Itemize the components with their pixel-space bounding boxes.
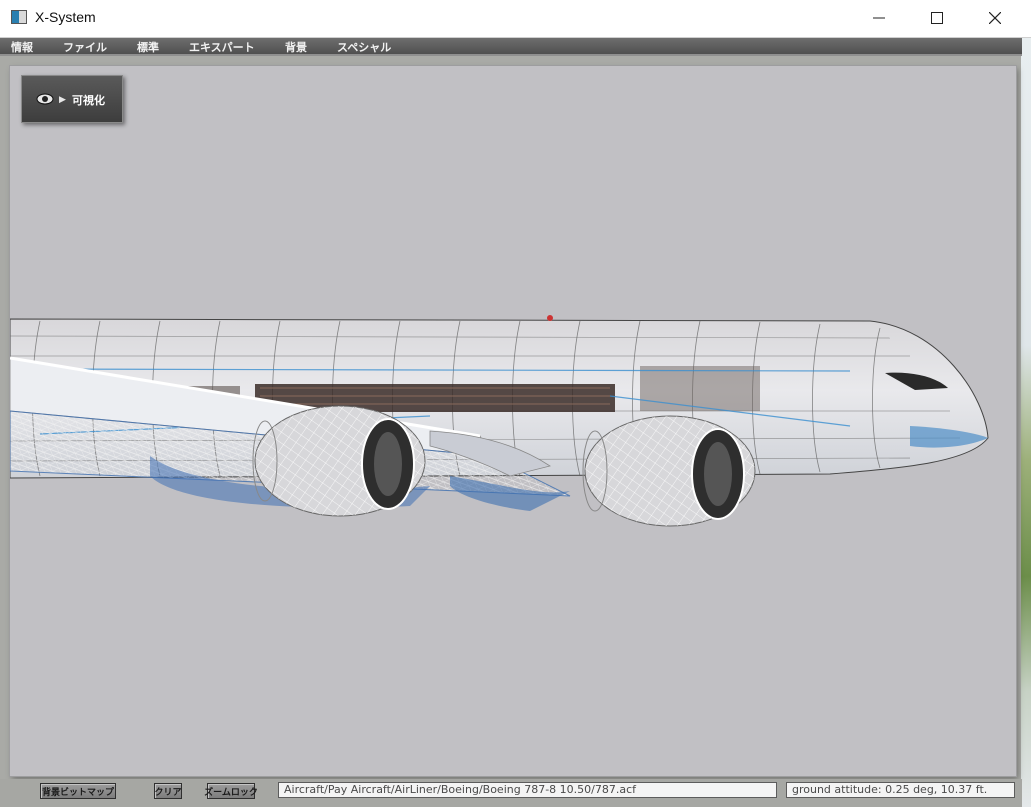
aircraft-3d-viewport[interactable]: [10, 66, 1016, 776]
aircraft-path-field: Aircraft/Pay Aircraft/AirLiner/Boeing/Bo…: [278, 782, 777, 798]
minimize-button[interactable]: [850, 0, 908, 36]
zoom-lock-button[interactable]: ズームロック: [204, 783, 258, 799]
close-icon: [989, 12, 1001, 24]
menu-expert[interactable]: エキスパート: [189, 39, 255, 55]
clear-button[interactable]: クリア: [154, 783, 182, 799]
menu-special[interactable]: スペシャル: [337, 39, 391, 55]
engine-right: [582, 415, 756, 527]
ground-attitude-field: ground attitude: 0.25 deg, 10.37 ft.: [786, 782, 1015, 798]
menu-file[interactable]: ファイル: [63, 39, 107, 55]
title-bar: X-System: [0, 0, 1031, 38]
visualization-label: 可視化: [72, 94, 105, 107]
desktop-background: [1021, 38, 1031, 807]
engine-left: [252, 405, 426, 517]
maximize-icon: [931, 12, 943, 24]
visualization-panel[interactable]: ▶ 可視化: [21, 75, 123, 123]
window-title: X-System: [35, 9, 96, 25]
minimize-icon: [873, 17, 885, 19]
menu-standard[interactable]: 標準: [137, 39, 159, 55]
maximize-button[interactable]: [908, 0, 966, 36]
app-icon: [11, 10, 27, 24]
menu-info[interactable]: 情報: [11, 39, 33, 55]
menu-bar: 情報 ファイル 標準 エキスパート 背景 スペシャル: [0, 38, 1022, 56]
eye-icon: [36, 93, 54, 105]
close-button[interactable]: [966, 0, 1024, 36]
aircraft-wireframe: [10, 315, 989, 527]
menu-background[interactable]: 背景: [285, 39, 307, 55]
status-bar: 背景ビットマップ クリア ズームロック Aircraft/Pay Aircraf…: [0, 779, 1022, 807]
background-bitmap-button[interactable]: 背景ビットマップ: [40, 783, 116, 799]
expand-arrow-icon: ▶: [59, 95, 66, 105]
